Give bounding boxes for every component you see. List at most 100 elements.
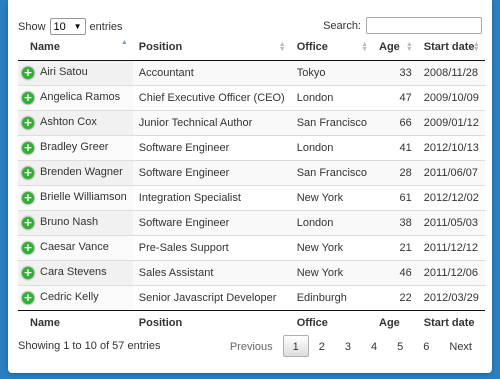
page-button-6[interactable]: 6: [413, 335, 439, 357]
table-row[interactable]: + Bruno Nash Software Engineer London 38 …: [18, 209, 485, 235]
position-cell: Sales Assistant: [132, 259, 291, 285]
footer-header-office: Office: [290, 309, 374, 336]
position-cell: Senior Javascript Developer: [132, 284, 291, 310]
office-cell: New York: [290, 184, 374, 210]
position-cell: Accountant: [132, 60, 291, 85]
column-header-start-date[interactable]: Start date ▲ ▼: [417, 34, 485, 61]
expand-row-icon[interactable]: +: [22, 116, 34, 129]
column-header-age[interactable]: Age ▲ ▼: [373, 34, 418, 61]
sort-both-icon: ▲ ▼: [278, 41, 286, 53]
office-cell: San Francisco: [290, 159, 374, 185]
show-label: Show: [18, 20, 46, 33]
office-cell: Tokyo: [290, 60, 374, 85]
start-date-cell: 2011/06/07: [417, 159, 485, 185]
column-header-position[interactable]: Position ▲ ▼: [132, 34, 291, 61]
start-date-cell: 2008/11/28: [417, 60, 485, 85]
age-cell: 61: [373, 184, 418, 210]
page-button-1[interactable]: 1: [282, 335, 309, 357]
expand-row-icon[interactable]: +: [22, 91, 34, 104]
table-row[interactable]: + Bradley Greer Software Engineer London …: [18, 134, 485, 160]
search-input[interactable]: [366, 17, 482, 34]
pagination: Previous 1 2 3 4 5 6 Next: [220, 335, 482, 357]
table-row[interactable]: + Cedric Kelly Senior Javascript Develope…: [18, 284, 485, 310]
start-date-cell: 2012/10/13: [417, 134, 485, 160]
table-row[interactable]: + Cara Stevens Sales Assistant New York 4…: [18, 259, 485, 285]
expand-row-icon[interactable]: +: [22, 266, 34, 279]
name-cell: + Angelica Ramos: [18, 84, 133, 110]
start-date-cell: 2012/12/02: [417, 184, 485, 210]
name-cell: + Cedric Kelly: [18, 284, 133, 310]
office-cell: London: [290, 209, 374, 235]
expand-row-icon[interactable]: +: [22, 191, 34, 204]
search-label: Search:: [323, 19, 361, 32]
name-cell: + Brielle Williamson: [18, 184, 133, 210]
table-row[interactable]: + Brenden Wagner Software Engineer San Fr…: [18, 159, 485, 185]
office-cell: New York: [290, 234, 374, 260]
office-cell: London: [290, 134, 374, 160]
column-header-office[interactable]: Office ▲ ▼: [290, 34, 374, 61]
age-cell: 28: [373, 159, 418, 185]
position-cell: Junior Technical Author: [132, 109, 291, 135]
page-length-control: Show 10 ▼ entries: [18, 18, 123, 35]
previous-button[interactable]: Previous: [220, 335, 283, 357]
table-row[interactable]: + Brielle Williamson Integration Speciali…: [18, 184, 485, 210]
name-cell: + Bradley Greer: [18, 134, 133, 160]
position-cell: Software Engineer: [132, 134, 291, 160]
start-date-cell: 2012/03/29: [417, 284, 485, 310]
sort-ascending-icon: ▲: [120, 39, 128, 46]
position-cell: Integration Specialist: [132, 184, 291, 210]
page-button-2[interactable]: 2: [309, 335, 335, 357]
entries-label: entries: [89, 20, 123, 33]
start-date-cell: 2009/01/12: [417, 109, 485, 135]
age-cell: 22: [373, 284, 418, 310]
age-cell: 38: [373, 209, 418, 235]
footer-row: Name Position Office Age Start date: [18, 309, 485, 336]
footer-header-position: Position: [132, 309, 291, 336]
table-row[interactable]: + Caesar Vance Pre-Sales Support New York…: [18, 234, 485, 260]
page-length-select[interactable]: 10: [49, 18, 86, 35]
position-cell: Software Engineer: [132, 209, 291, 235]
footer-header-start-date: Start date: [417, 309, 485, 336]
age-cell: 33: [373, 60, 418, 85]
table-info: Showing 1 to 10 of 57 entries: [18, 340, 161, 352]
office-cell: New York: [290, 259, 374, 285]
sort-both-icon: ▲ ▼: [472, 41, 480, 53]
expand-row-icon[interactable]: +: [22, 141, 34, 154]
name-cell: + Brenden Wagner: [18, 159, 133, 185]
expand-row-icon[interactable]: +: [22, 216, 34, 229]
age-cell: 66: [373, 109, 418, 135]
start-date-cell: 2011/12/12: [417, 234, 485, 260]
column-header-name[interactable]: Name ▲: [18, 34, 133, 61]
page-button-4[interactable]: 4: [361, 335, 387, 357]
age-cell: 21: [373, 234, 418, 260]
name-cell: + Airi Satou: [18, 60, 133, 85]
footer-header-name: Name: [18, 309, 133, 336]
name-cell: + Caesar Vance: [18, 234, 133, 260]
position-cell: Pre-Sales Support: [132, 234, 291, 260]
name-cell: + Bruno Nash: [18, 209, 133, 235]
name-cell: + Ashton Cox: [18, 109, 133, 135]
table-row[interactable]: + Ashton Cox Junior Technical Author San …: [18, 109, 485, 135]
age-cell: 47: [373, 84, 418, 110]
sort-both-icon: ▲ ▼: [361, 41, 369, 53]
expand-row-icon[interactable]: +: [22, 241, 34, 254]
position-cell: Chief Executive Officer (CEO): [132, 84, 291, 110]
office-cell: San Francisco: [290, 109, 374, 135]
page-button-3[interactable]: 3: [335, 335, 361, 357]
next-button[interactable]: Next: [439, 335, 482, 357]
start-date-cell: 2011/12/06: [417, 259, 485, 285]
office-cell: London: [290, 84, 374, 110]
page-button-5[interactable]: 5: [387, 335, 413, 357]
expand-row-icon[interactable]: +: [22, 291, 34, 304]
position-cell: Software Engineer: [132, 159, 291, 185]
expand-row-icon[interactable]: +: [22, 166, 34, 179]
age-cell: 46: [373, 259, 418, 285]
footer-header-age: Age: [373, 309, 418, 336]
sort-both-icon: ▲ ▼: [405, 41, 413, 53]
table-row[interactable]: + Angelica Ramos Chief Executive Officer …: [18, 84, 485, 110]
office-cell: Edinburgh: [290, 284, 374, 310]
table-card: Show 10 ▼ entries Search: Name ▲ Position…: [8, 0, 492, 373]
name-cell: + Cara Stevens: [18, 259, 133, 285]
expand-row-icon[interactable]: +: [22, 66, 34, 79]
table-row[interactable]: + Airi Satou Accountant Tokyo 33 2008/11/…: [18, 60, 485, 85]
